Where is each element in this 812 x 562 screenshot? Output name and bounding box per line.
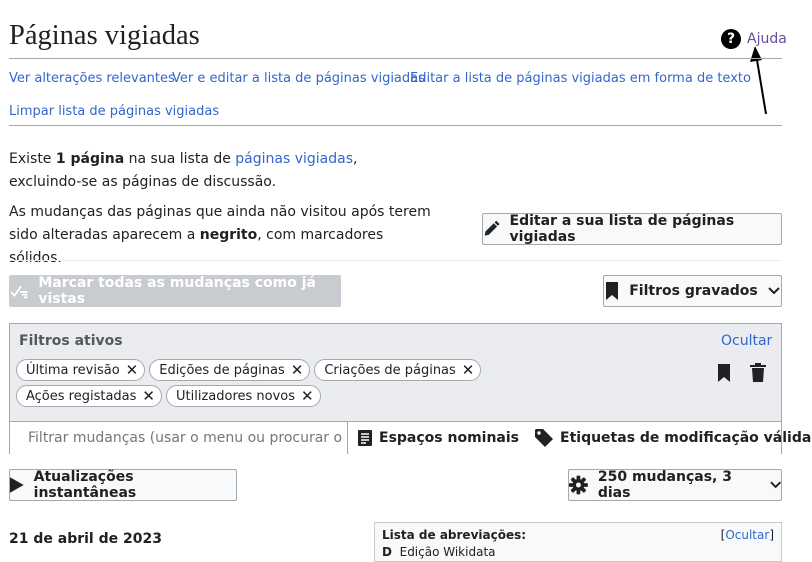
change-tags-button[interactable]: Etiquetas de modificação válidas [525,429,812,447]
watchlist-link[interactable]: páginas vigiadas [235,151,353,167]
link-edit-raw-watchlist[interactable]: Editar a lista de páginas vigiadas em fo… [410,71,751,86]
link-relevant-changes[interactable]: Ver alterações relevantes [9,71,175,86]
close-icon[interactable]: ✕ [462,361,475,379]
title-divider [9,58,782,59]
filter-search-placeholder: Filtrar mudanças (usar o menu ou procura… [28,430,347,446]
filter-tag-logged-actions[interactable]: Ações registadas ✕ [16,385,162,407]
close-icon[interactable]: ✕ [301,387,314,405]
play-icon [10,477,24,493]
changes-limit-label: 250 mudanças, 3 dias [597,469,732,501]
active-filters-title: Filtros ativos [19,333,123,349]
bold-word: negrito [199,227,258,243]
check-all-icon [10,285,28,299]
chevron-down-icon [768,287,780,295]
saved-filters-label: Filtros gravados [629,283,758,299]
changes-limit-button[interactable]: 250 mudanças, 3 dias [568,469,782,501]
annotation-arrow [750,46,767,115]
watchlist-count-text: Existe 1 página na sua lista de páginas … [9,148,429,194]
legend-item-text: Edição Wikidata [399,545,496,559]
tag-icon [535,429,554,447]
links-divider [9,125,782,126]
filter-tag-label: Ações registadas [26,388,137,404]
live-updates-label: Atualizações instantâneas [33,469,137,501]
page-count: 1 página [55,151,125,167]
filter-tag-label: Última revisão [26,362,120,378]
filter-tag-page-edits[interactable]: Edições de páginas ✕ [149,359,311,381]
close-icon[interactable]: ✕ [291,361,304,379]
active-filters-panel: Filtros ativos Ocultar Última revisão ✕ E… [9,323,812,454]
help-icon[interactable]: ? [721,29,741,49]
intro-text: na sua lista de [124,151,236,167]
filter-tag-label: Criações de páginas [324,362,456,378]
live-updates-button[interactable]: Atualizações instantâneas [9,469,237,501]
legend-hide: [Ocultar] [720,528,774,542]
namespace-icon [358,430,372,446]
filter-tag-label: Edições de páginas [159,362,285,378]
hide-filters-link[interactable]: Ocultar [721,333,772,349]
link-view-edit-watchlist[interactable]: Ver e editar a lista de páginas vigiadas [172,71,425,86]
namespaces-label: Espaços nominais [379,430,520,446]
intro-text: Existe [9,151,56,167]
abbreviation-legend: Lista de abreviações: [Ocultar] D Edição… [374,522,782,562]
saved-filters-button[interactable]: Filtros gravados [603,275,782,307]
save-filters-bookmark-icon[interactable] [717,364,731,382]
change-tags-label: Etiquetas de modificação válidas [560,430,812,446]
page-title: Páginas vigiadas [9,20,200,51]
legend-title: Lista de abreviações: [382,528,527,542]
mark-all-seen-label: Marcar todas as mudanças como já vistas [38,275,316,307]
legend-item: D Edição Wikidata [382,545,496,559]
close-icon[interactable]: ✕ [142,387,155,405]
filter-tag-page-creations[interactable]: Criações de páginas ✕ [314,359,482,381]
legend-hide-link[interactable]: Ocultar [725,528,769,542]
gear-icon [569,475,588,495]
filter-search-input[interactable]: Filtrar mudanças (usar o menu ou procura… [10,422,348,454]
mark-all-seen-button[interactable]: Marcar todas as mudanças como já vistas [9,275,341,307]
filter-tag-label: Utilizadores novos [176,388,296,404]
filter-tags: Última revisão ✕ Edições de páginas ✕ Cria… [16,359,596,407]
filter-tag-new-users[interactable]: Utilizadores novos ✕ [166,385,321,407]
filter-search-row: Filtrar mudanças (usar o menu ou procura… [10,421,812,454]
close-icon[interactable]: ✕ [126,361,139,379]
pencil-icon [484,220,500,236]
namespaces-button[interactable]: Espaços nominais [348,430,525,446]
legend-item-key: D [382,545,392,559]
edit-watchlist-button[interactable]: Editar a sua lista de páginas vigiadas [482,213,782,245]
date-heading: 21 de abril de 2023 [9,531,162,547]
chevron-down-icon [769,481,781,489]
section-divider [9,260,782,261]
bookmark-icon [606,282,619,300]
trash-icon[interactable] [750,363,766,382]
link-clear-watchlist[interactable]: Limpar lista de páginas vigiadas [9,104,219,119]
filter-tag-latest-revision[interactable]: Última revisão ✕ [16,359,146,381]
edit-watchlist-label: Editar a sua lista de páginas vigiadas [509,213,735,245]
